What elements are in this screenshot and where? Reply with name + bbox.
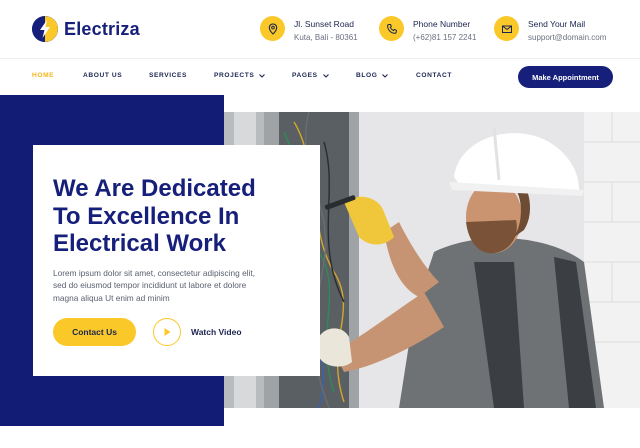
phone-number[interactable]: (+62)81 157 2241: [413, 32, 476, 44]
chevron-down-icon: [322, 73, 329, 78]
nav-label: BLOG: [356, 72, 378, 79]
phone-title: Phone Number: [413, 19, 471, 29]
play-icon: [164, 328, 171, 336]
nav-label: PAGES: [292, 72, 318, 79]
address-subtitle: Kuta, Bali - 80361: [294, 33, 358, 42]
address-info: Jl. Sunset Road Kuta, Bali - 80361: [260, 16, 358, 44]
hero-card: We Are Dedicated To Excellence In Electr…: [33, 145, 320, 376]
nav-item-blog[interactable]: BLOG: [356, 72, 389, 79]
nav-item-services[interactable]: SERVICES: [149, 72, 187, 79]
nav-item-pages[interactable]: PAGES: [292, 72, 329, 79]
nav-item-projects[interactable]: PROJECTS: [214, 72, 266, 79]
nav-item-about-us[interactable]: ABOUT US: [83, 72, 122, 79]
phone-icon: [379, 16, 404, 41]
nav-label: CONTACT: [416, 72, 452, 79]
nav-label: PROJECTS: [214, 72, 255, 79]
hero-title: We Are Dedicated To Excellence In Electr…: [53, 175, 256, 257]
mail-address[interactable]: support@domain.com: [528, 32, 606, 44]
map-pin-icon: [260, 16, 285, 41]
header-divider: [0, 58, 640, 59]
phone-info[interactable]: Phone Number (+62)81 157 2241: [379, 16, 476, 44]
nav-item-contact[interactable]: CONTACT: [416, 72, 452, 79]
watch-video-button[interactable]: [153, 318, 181, 346]
brand-logo[interactable]: Electriza: [32, 16, 140, 42]
make-appointment-button[interactable]: Make Appointment: [518, 66, 613, 88]
chevron-down-icon: [382, 73, 389, 78]
lightning-bolt-icon: [32, 16, 58, 42]
hero-description: Lorem ipsum dolor sit amet, consectetur …: [53, 268, 255, 303]
watch-video-label[interactable]: Watch Video: [191, 327, 242, 337]
mail-info[interactable]: Send Your Mail support@domain.com: [494, 16, 606, 44]
top-header: Electriza Jl. Sunset Road Kuta, Bali - 8…: [0, 0, 640, 60]
nav-label: HOME: [32, 72, 55, 79]
mail-title: Send Your Mail: [528, 19, 586, 29]
nav-label: SERVICES: [149, 72, 188, 79]
mail-icon: [494, 16, 519, 41]
nav-item-home[interactable]: HOME: [32, 72, 54, 79]
brand-name: Electriza: [64, 18, 140, 39]
address-title: Jl. Sunset Road: [294, 19, 355, 29]
chevron-down-icon: [259, 73, 266, 78]
nav-label: ABOUT US: [83, 72, 123, 79]
contact-us-button[interactable]: Contact Us: [53, 318, 136, 346]
